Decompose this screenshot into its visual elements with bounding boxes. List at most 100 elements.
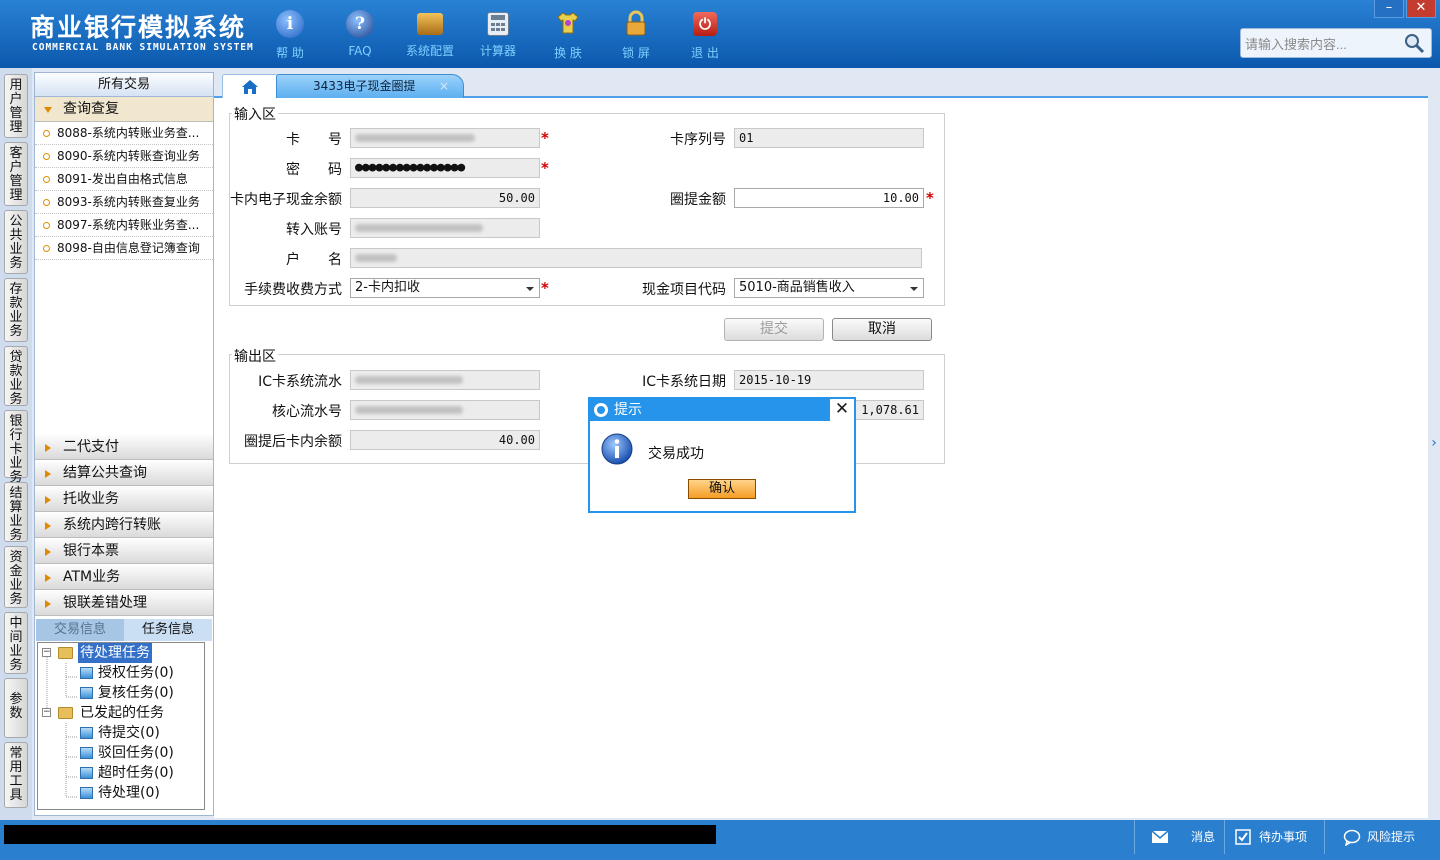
ok-button[interactable]: 确认 [688, 479, 756, 499]
app-subtitle: COMMERCIAL BANK SIMULATION SYSTEM [32, 42, 254, 53]
sidebar-item-8093[interactable]: 8093-系统内转账查复业务 [35, 191, 213, 214]
vtab-parameters[interactable]: 参数 [4, 678, 28, 738]
group-settlement-query[interactable]: 结算公共查询 [35, 461, 213, 486]
info-icon: i [276, 10, 304, 38]
skin-button[interactable]: 换 肤 [538, 8, 598, 64]
close-window-button[interactable]: ✕ [1406, 0, 1436, 18]
sidebar-item-8088[interactable]: 8088-系统内转账业务查... [35, 122, 213, 145]
vtab-funds[interactable]: 资金业务 [4, 546, 28, 608]
messages-button[interactable]: 消息 [1134, 820, 1224, 854]
tab-close-icon[interactable]: × [439, 75, 449, 97]
ic-serial-field[interactable] [350, 370, 540, 390]
tree-node-initiated-tasks[interactable]: 已发起的任务 [80, 703, 164, 723]
help-label: 帮 助 [276, 46, 304, 60]
collapsed-arrow-icon [45, 548, 51, 556]
group-unionpay-error[interactable]: 银联差错处理 [35, 591, 213, 616]
ic-date-field[interactable]: 2015-10-19 [734, 370, 924, 390]
group-second-gen-payment[interactable]: 二代支付 [35, 435, 213, 460]
search-input[interactable] [1245, 34, 1405, 54]
item-label: 8093-系统内转账查复业务 [57, 195, 200, 209]
tree-node-auth-tasks[interactable]: 授权任务(0) [98, 663, 174, 683]
vtab-user-management[interactable]: 用户管理 [4, 74, 28, 138]
tree-node-review-tasks[interactable]: 复核任务(0) [98, 683, 174, 703]
collapsed-arrow-icon [45, 574, 51, 582]
account-name-label: 户 名 [286, 252, 342, 268]
tree-node-to-process[interactable]: 待处理(0) [98, 783, 160, 803]
to-account-field[interactable] [350, 218, 540, 238]
search-icon[interactable] [1403, 32, 1425, 54]
password-field[interactable]: ●●●●●●●●●●●●●●●● [350, 158, 540, 178]
item-label: 8097-系统内转账业务查... [57, 218, 200, 232]
faq-label: FAQ [348, 44, 372, 58]
to-account-label: 转入账号 [286, 222, 342, 238]
exit-button[interactable]: ⏻ 退 出 [675, 8, 735, 64]
submit-button[interactable]: 提交 [724, 318, 824, 341]
group-interbank-transfer[interactable]: 系统内跨行转账 [35, 513, 213, 538]
tree-node-pending-tasks[interactable]: 待处理任务 [78, 643, 152, 663]
vtab-common-tools[interactable]: 常用工具 [4, 742, 28, 808]
group-label: 二代支付 [63, 439, 119, 455]
risk-alert-label: 风险提示 [1367, 830, 1416, 844]
required-mark: * [541, 159, 549, 177]
vtab-bank-card[interactable]: 银行卡业务 [4, 410, 28, 485]
group-atm[interactable]: ATM业务 [35, 565, 213, 590]
faq-button[interactable]: ? FAQ [330, 8, 390, 64]
calculator-button[interactable]: 计算器 [468, 8, 528, 64]
group-collection[interactable]: 托收业务 [35, 487, 213, 512]
vtab-settlement[interactable]: 结算业务 [4, 482, 28, 543]
status-message-bar [4, 825, 716, 844]
item-label: 8090-系统内转账查询业务 [57, 149, 200, 163]
amount-field[interactable]: 10.00 [734, 188, 924, 208]
help-button[interactable]: i 帮 助 [260, 8, 320, 64]
search-box [1240, 28, 1432, 58]
collapse-toggle[interactable]: − [42, 648, 51, 657]
item-label: 8088-系统内转账业务查... [57, 126, 200, 140]
sidebar-item-8090[interactable]: 8090-系统内转账查询业务 [35, 145, 213, 168]
vtab-customer-management[interactable]: 客户管理 [4, 142, 28, 206]
vertical-nav: 用户管理 客户管理 公共业务 存款业务 贷款业务 银行卡业务 结算业务 资金业务… [0, 68, 32, 820]
core-serial-field[interactable] [350, 400, 540, 420]
tree-node-to-submit[interactable]: 待提交(0) [98, 723, 160, 743]
card-no-field[interactable] [350, 128, 540, 148]
checkbox-icon [1235, 829, 1251, 845]
tree-node-rejected[interactable]: 驳回任务(0) [98, 743, 174, 763]
chat-bubble-icon [1343, 829, 1361, 846]
vtab-intermediate[interactable]: 中间业务 [4, 612, 28, 674]
expand-right-icon[interactable]: › [1428, 420, 1440, 466]
collapsed-arrow-icon [45, 444, 51, 452]
cash-item-value: 5010-商品销售收入 [739, 280, 855, 295]
ecash-balance-field[interactable]: 50.00 [350, 188, 540, 208]
cancel-button[interactable]: 取消 [832, 318, 932, 341]
home-tab[interactable] [222, 74, 278, 98]
cash-item-select[interactable]: 5010-商品销售收入 [734, 278, 924, 298]
dialog-close-button[interactable]: ✕ [830, 399, 854, 421]
tab-task-info[interactable]: 任务信息 [124, 619, 212, 641]
vtab-deposit[interactable]: 存款业务 [4, 278, 28, 342]
vtab-public-business[interactable]: 公共业务 [4, 210, 28, 274]
group-label: 托收业务 [63, 491, 119, 507]
system-config-button[interactable]: 系统配置 [400, 8, 460, 64]
sidebar-item-8091[interactable]: 8091-发出自由格式信息 [35, 168, 213, 191]
card-seq-field[interactable]: 01 [734, 128, 924, 148]
sidebar-item-8097[interactable]: 8097-系统内转账业务查... [35, 214, 213, 237]
lock-screen-button[interactable]: 锁 屏 [606, 8, 666, 64]
tab-transaction-info[interactable]: 交易信息 [36, 619, 124, 641]
fee-method-select[interactable]: 2-卡内扣收 [350, 278, 540, 298]
todo-button[interactable]: 待办事项 [1224, 820, 1324, 854]
collapse-toggle[interactable]: − [42, 708, 51, 717]
tab-3433-ecash-withdraw[interactable]: 3433电子现金圈提 × [276, 74, 464, 98]
task-icon [80, 767, 93, 779]
minimize-button[interactable]: – [1374, 0, 1404, 18]
todo-label: 待办事项 [1259, 830, 1308, 844]
group-cashier-cheque[interactable]: 银行本票 [35, 539, 213, 564]
faq-icon: ? [346, 10, 374, 38]
after-balance-field[interactable]: 40.00 [350, 430, 540, 450]
sidebar-item-8098[interactable]: 8098-自由信息登记簿查询 [35, 237, 213, 260]
lock-icon [622, 10, 650, 38]
account-name-field[interactable] [350, 248, 922, 268]
risk-alert-button[interactable]: 风险提示 [1324, 820, 1440, 854]
vtab-loan[interactable]: 贷款业务 [4, 346, 28, 407]
chevron-down-icon [910, 287, 918, 291]
tree-node-timeout[interactable]: 超时任务(0) [98, 763, 174, 783]
group-query-reply[interactable]: 查询查复 [35, 97, 213, 122]
